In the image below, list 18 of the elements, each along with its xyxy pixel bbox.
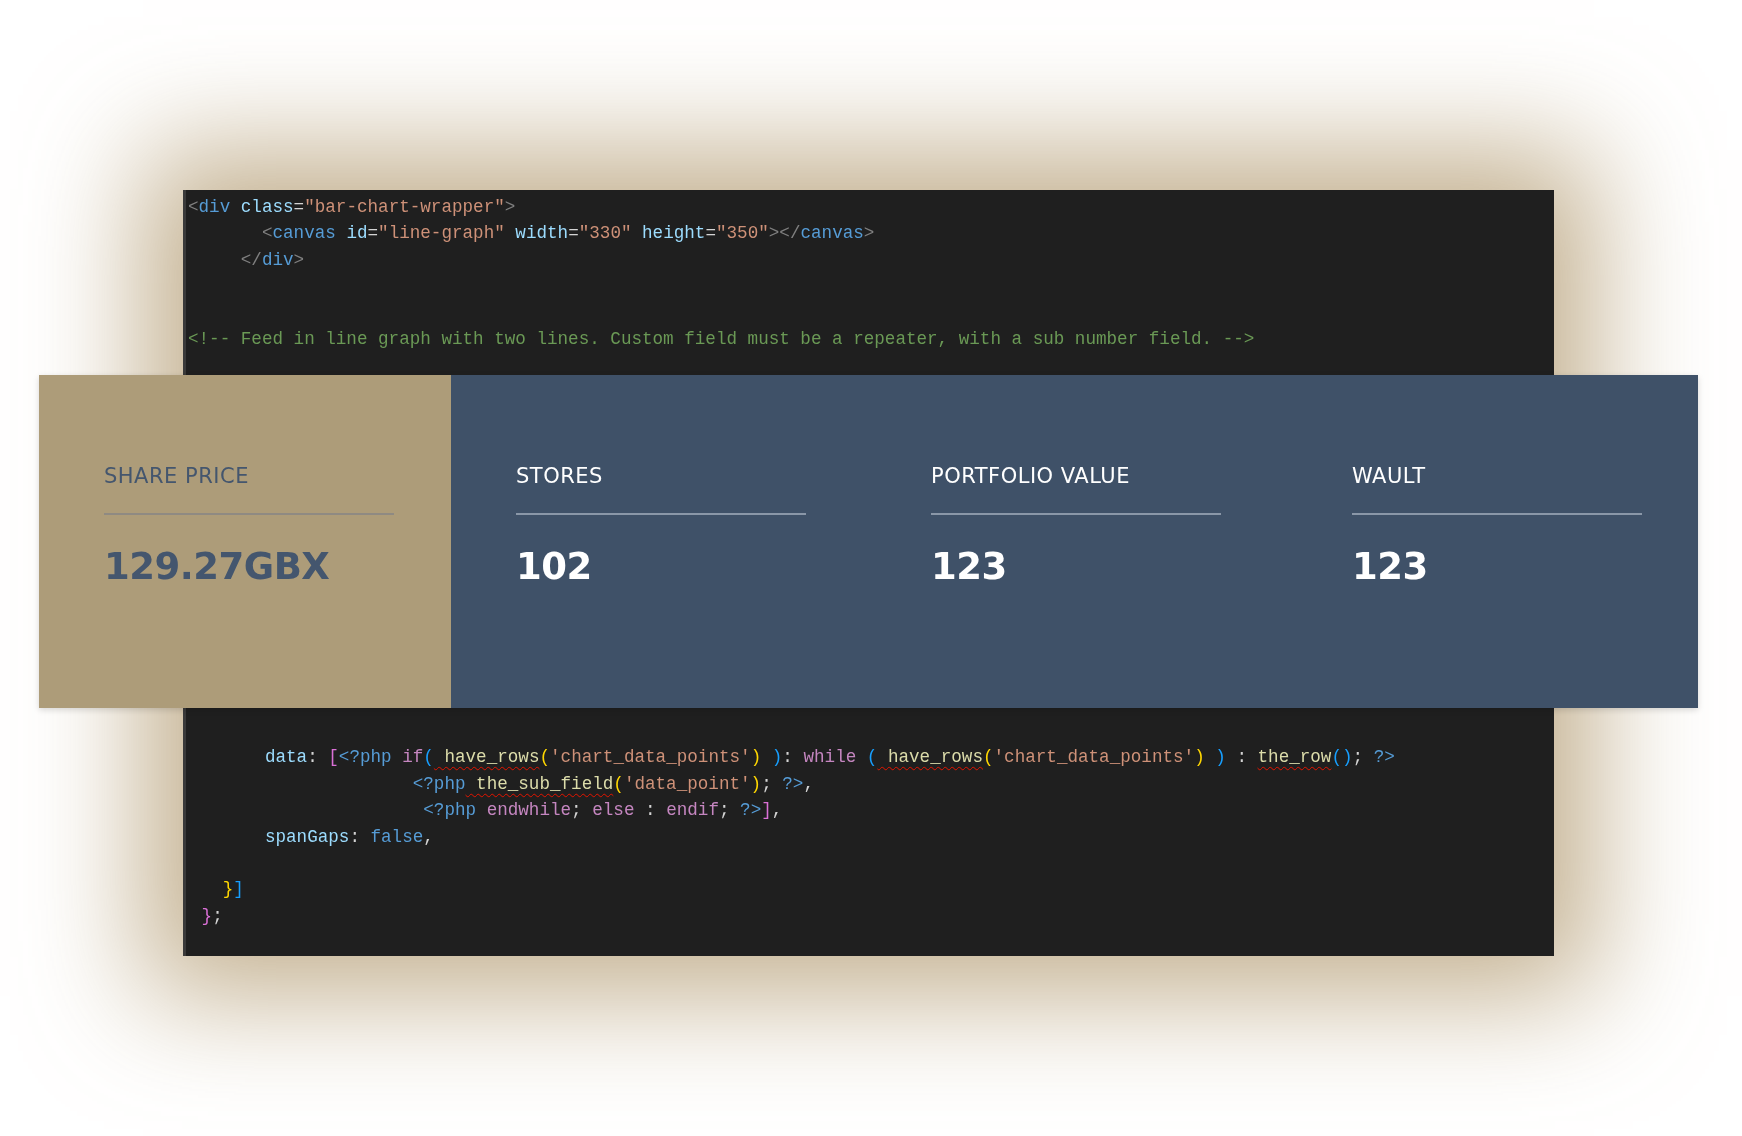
- code-line: };: [200, 905, 223, 926]
- stat-value: 123: [931, 545, 1007, 589]
- code-line: }]: [221, 879, 244, 900]
- stat-value: 123: [1352, 545, 1428, 589]
- stat-label: PORTFOLIO VALUE: [931, 463, 1130, 489]
- stat-value: 129.27GBX: [104, 545, 330, 589]
- code-line: spanGaps: false,: [263, 826, 434, 847]
- code-line: <?php endwhile; else : endif; ?>],: [422, 800, 783, 821]
- code-line: <!-- Feed in line graph with two lines. Custom field must be a repeater, with a sub number field. -->: [188, 328, 1255, 349]
- code-line: </div>: [239, 249, 305, 270]
- stat-label: SHARE PRICE: [104, 463, 249, 489]
- code-line: data: [<?php if( have_rows('chart_data_points') ): while ( have_rows('chart_data_points') ) : the_row(); ?>: [263, 747, 1395, 768]
- stat-label: STORES: [516, 463, 603, 489]
- code-line: <div class="bar-chart-wrapper">: [188, 197, 516, 217]
- stat-value: 102: [516, 545, 592, 589]
- stat-label: WAULT: [1352, 463, 1426, 489]
- code-line: <canvas id="line-graph" width="330" height="350"></canvas>: [260, 223, 875, 244]
- code-line: <?php the_sub_field('data_point'); ?>,: [411, 773, 814, 794]
